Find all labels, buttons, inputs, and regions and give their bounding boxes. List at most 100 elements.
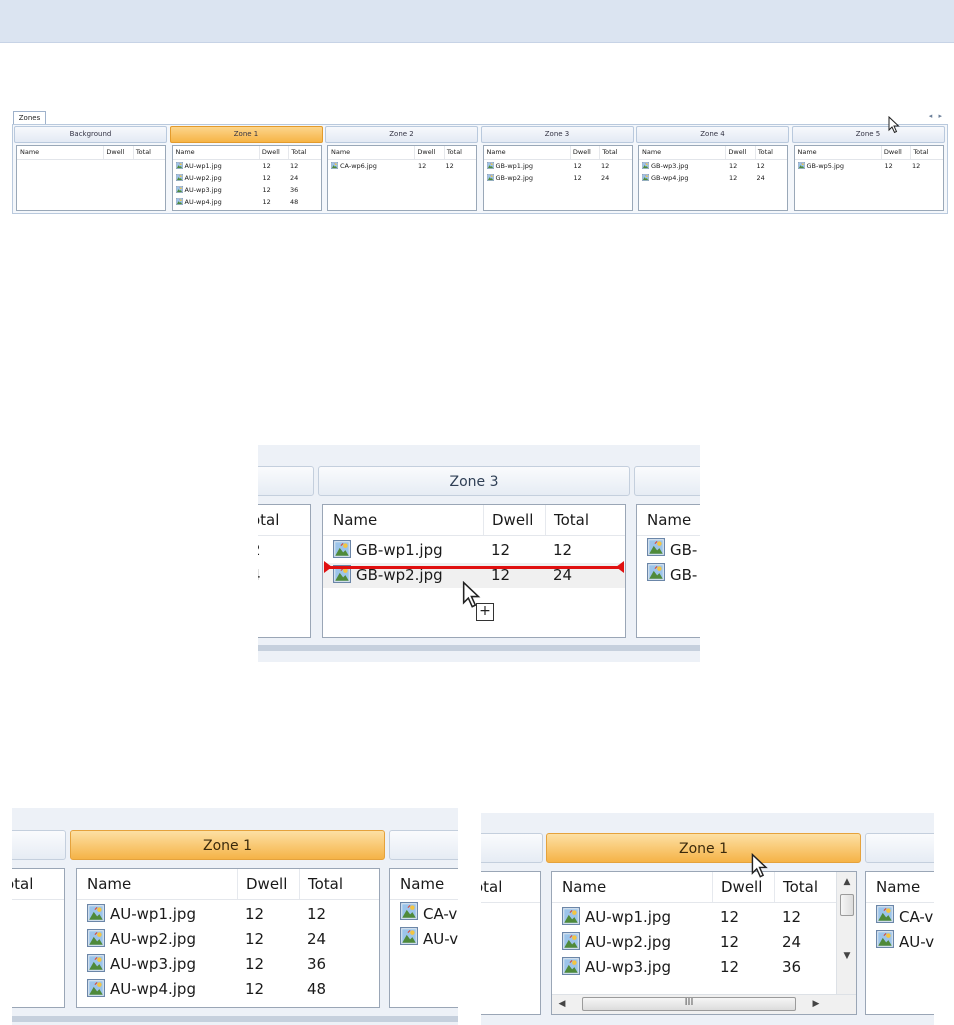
scroll-down-arrow[interactable]: ▼ [837,948,856,964]
list-header: Name Dwell Total [323,505,625,536]
zones-tab[interactable]: Zones [13,111,46,124]
list-item[interactable]: AU-wp1.jpg 12 12 [173,160,321,172]
total-column-header[interactable]: Total [443,146,476,159]
list-item[interactable]: AU-wp2.jpg 12 24 [77,927,379,952]
name-column-header[interactable]: Name [795,146,881,159]
list-item[interactable]: GB-wp2.jpg 12 24 [484,172,632,184]
vertical-scrollbar[interactable]: ▲ ▼ [836,872,856,994]
list-item[interactable]: GB-wp4.jpg 12 24 [639,172,787,184]
total-column-header[interactable]: Total [132,146,165,159]
zone-header-active[interactable]: Zone 1 [546,833,861,863]
total-column-header[interactable]: otal [258,505,279,535]
dwell-column-header[interactable]: Dwell [103,146,132,159]
dwell-cell: 12 [720,933,740,951]
horizontal-scrollbar[interactable]: ◀ III ▶ [552,994,856,1014]
dwell-column-header[interactable]: Dwell [483,505,545,535]
name-column-header[interactable]: Name [552,872,712,902]
list-item[interactable]: AU-wp2.jpg 12 24 [173,172,321,184]
total-cell: 2 [258,538,261,563]
dwell-column-header[interactable]: Dwell [880,146,910,159]
zone-header-active[interactable]: Zone 1 [70,830,385,860]
zone-file-list[interactable]: Name Dwell Total AU-wp1.jpg 12 12 AU-wp2.jpg 12… [76,868,380,1008]
total-column-header[interactable]: Total [288,146,320,159]
file-name-cell: AU-wp4.jpg [173,196,263,208]
zone-header-next[interactable] [865,833,934,863]
name-column-header[interactable]: Name [390,869,444,899]
dwell-column-header[interactable]: Dwell [725,146,754,159]
total-column-header[interactable]: Total [774,872,836,902]
name-column-header[interactable]: Name [866,872,920,902]
name-column-header[interactable]: Name [484,146,570,159]
zone-file-list[interactable]: Name Dwell Total AU-wp1.jpg 12 12 AU-wp2.jpg 12… [552,872,836,992]
total-column-header[interactable]: Total [599,146,631,159]
list-item[interactable]: AU-wp2.jpg 12 24 [552,930,836,955]
zone-file-list[interactable]: Name Dwell Total CA-wp6.jpg 12 12 [327,145,477,211]
image-file-icon [876,930,894,948]
file-name: AU-v [423,930,458,948]
dwell-cell: 12 [262,174,271,182]
list-item[interactable]: AU-wp1.jpg 12 12 [552,905,836,930]
file-name: AU-wp3.jpg [110,955,196,973]
zone-file-list[interactable]: Name Dwell Total GB-wp5.jpg 12 12 [793,145,944,211]
list-item[interactable]: GB-wp5.jpg 12 12 [795,160,943,172]
zone-header[interactable]: Zone 3 [480,126,634,143]
list-item[interactable]: GB-wp3.jpg 12 12 [639,160,787,172]
scroll-up-arrow[interactable]: ▲ [837,874,856,890]
name-column-header[interactable]: Name [323,505,483,535]
name-column-header[interactable]: Name [17,146,103,159]
image-file-icon [642,161,649,169]
name-column-header[interactable]: Name [173,146,259,159]
zone-header-active[interactable]: Zone 1 [169,126,323,143]
zone-file-list[interactable]: Name Dwell Total AU-wp1.jpg 12 12 AU-wp2.jpg 12… [171,145,322,211]
zone-file-list[interactable]: Name Dwell Total [16,145,166,211]
scroll-right-arrow[interactable]: ▶ [808,995,824,1014]
list-item[interactable]: AU-wp4.jpg 12 48 [173,196,321,208]
dwell-column-header[interactable]: Dwell [569,146,599,159]
zone-header[interactable]: Zone 4 [636,126,789,143]
list-item[interactable]: AU-wp3.jpg 12 36 [173,184,321,196]
drag-copy-icon: + [476,603,494,621]
dwell-column-header[interactable]: Dwell [258,146,288,159]
zone-header-prev[interactable] [258,466,314,496]
list-header: Name Dwell Total [328,146,476,160]
list-item[interactable]: AU-wp3.jpg 12 36 [552,955,836,980]
list-item[interactable]: AU-wp3.jpg 12 36 [77,952,379,977]
zone-header[interactable]: Zone 3 [318,466,630,496]
zone-header-next[interactable] [389,830,458,860]
list-item[interactable]: GB-wp1.jpg 12 12 [484,160,632,172]
name-column-header[interactable]: Name [328,146,414,159]
total-column-header[interactable]: Total [545,505,625,535]
zone1-view: Zone 1 otal NameDwellTotalAU-wp1.jpg1212… [12,808,458,1025]
horizontal-scroll-thumb[interactable]: III [582,997,796,1011]
total-column-header[interactable]: otal [12,869,33,899]
list-item[interactable]: AU-wp1.jpg 12 12 [77,902,379,927]
zone-file-list[interactable]: Name Dwell Total GB-wp3.jpg 12 12 GB-wp4.jpg 12… [638,145,788,211]
zone-header[interactable]: Zone 2 [325,126,478,143]
dwell-column-header[interactable]: Dwell [414,146,443,159]
vertical-scroll-thumb[interactable] [840,894,854,916]
zone-header[interactable]: Background [14,126,167,143]
zone-file-list[interactable]: Name Dwell Total GB-wp1.jpg 12 12 GB-wp2.jpg 12… [322,504,626,638]
total-column-header[interactable]: Total [754,146,787,159]
name-column-header[interactable]: Name [77,869,237,899]
tab-scroll-arrows[interactable]: ◂ ▸ [929,112,944,120]
scroll-left-arrow[interactable]: ◀ [554,995,570,1014]
total-column-header[interactable]: Total [299,869,379,899]
list-item[interactable]: CA-wp6.jpg 12 12 [328,160,476,172]
dwell-cell: 12 [729,162,738,170]
dwell-column-header[interactable]: Dwell [237,869,299,899]
list-item[interactable]: GB-wp1.jpg 12 12 [323,538,625,563]
zone-file-list[interactable]: Name Dwell Total GB-wp1.jpg 12 12 GB-wp2.jpg 12… [482,145,633,211]
zone-header-prev[interactable] [481,833,543,863]
total-column-header[interactable]: otal [481,872,502,902]
image-file-icon [87,929,105,947]
image-file-icon [333,540,351,558]
list-item[interactable]: AU-wp4.jpg 12 48 [77,977,379,1002]
dwell-cell: 12 [245,980,265,998]
name-column-header[interactable]: Name [639,146,725,159]
total-column-header[interactable]: Total [910,146,942,159]
zone-header-prev[interactable] [12,830,66,860]
zone-header[interactable]: Zone 5 [791,126,945,143]
zone-header-next[interactable] [634,466,700,496]
name-column-header[interactable]: Name [637,505,691,535]
